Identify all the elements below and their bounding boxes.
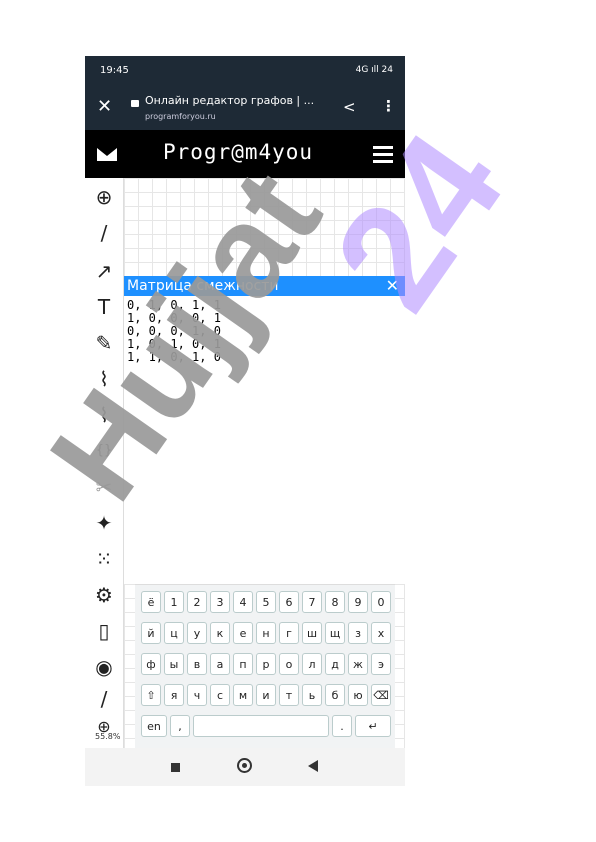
matrix-header: Матрица смежности ✕ [124,276,405,296]
key[interactable]: а [210,653,230,675]
hamburger-menu-icon[interactable] [373,146,393,167]
back-icon[interactable] [308,760,318,772]
vertex-target-icon[interactable]: ◉ [91,654,117,680]
key[interactable]: ф [141,653,161,675]
lock-icon [131,100,139,107]
key[interactable]: й [141,622,161,644]
status-bar: 19:45 4G ıll 24 [85,56,405,84]
key[interactable]: ю [348,684,368,706]
on-screen-keyboard: ё 1 2 3 4 5 6 7 8 9 0 й ц у к е н г ш щ … [135,584,395,749]
key[interactable]: х [371,622,391,644]
key[interactable]: в [187,653,207,675]
phone-screen: 19:45 4G ıll 24 ✕ Онлайн редактор графов… [85,56,405,786]
enter-key[interactable]: ↵ [355,715,391,737]
more-menu-icon[interactable]: ⋮ [381,97,396,115]
key[interactable]: 1 [164,591,184,613]
backspace-key[interactable]: ⌫ [371,684,391,706]
status-indicators: 4G ıll 24 [355,65,393,75]
comma-key[interactable]: , [170,715,190,737]
key[interactable]: т [279,684,299,706]
key[interactable]: ж [348,653,368,675]
key[interactable]: д [325,653,345,675]
key[interactable]: б [325,684,345,706]
android-nav-bar [85,748,405,786]
matrix-icon[interactable]: {} [91,438,117,464]
matrix-textarea[interactable]: 0, 1, 0, 1, 1 1, 0, 0, 0, 1 0, 0, 0, 1, … [124,296,405,364]
key[interactable]: ё [141,591,161,613]
key[interactable]: у [187,622,207,644]
key[interactable]: я [164,684,184,706]
mail-icon[interactable] [97,148,117,161]
share-icon[interactable]: < [343,98,356,116]
key[interactable]: 5 [256,591,276,613]
tool-sidebar: ⊕ / ↗ T ✎ ⌇ ⌇ {} ✂ ✦ ⁙ ⚙ ▯ ◉ / ⊕ [85,178,124,748]
edge-target-icon[interactable]: / [91,686,117,712]
export-icon[interactable]: ⌇ [91,402,117,428]
key[interactable]: и [256,684,276,706]
edge-icon[interactable]: / [91,220,117,246]
key[interactable]: ы [164,653,184,675]
zoom-level: 55.8% [95,732,121,741]
site-logo[interactable]: Progr@m4you [163,140,313,164]
key[interactable]: 9 [348,591,368,613]
brush-icon[interactable]: ✎ [91,330,117,356]
key[interactable]: о [279,653,299,675]
page-url[interactable]: programforyou.ru [145,112,216,121]
image-icon[interactable]: ⌇ [91,366,117,392]
page-title[interactable]: Онлайн редактор графов | ... [145,94,314,107]
key[interactable]: э [371,653,391,675]
key[interactable]: 0 [371,591,391,613]
browser-bar: ✕ Онлайн редактор графов | ... programfo… [85,84,405,130]
key[interactable]: ш [302,622,322,644]
key[interactable]: м [233,684,253,706]
adjacency-matrix-panel: Матрица смежности ✕ 0, 1, 0, 1, 1 1, 0, … [124,276,405,584]
key[interactable]: 2 [187,591,207,613]
matrix-title: Матрица смежности [127,278,279,294]
magic-wand-icon[interactable]: ✦ [91,510,117,536]
language-key[interactable]: en [141,715,167,737]
disconnect-icon[interactable]: ✂ [91,474,117,500]
key[interactable]: 6 [279,591,299,613]
key[interactable]: 3 [210,591,230,613]
key[interactable]: п [233,653,253,675]
key[interactable]: ц [164,622,184,644]
key[interactable]: щ [325,622,345,644]
period-key[interactable]: . [332,715,352,737]
key[interactable]: г [279,622,299,644]
key[interactable]: е [233,622,253,644]
key[interactable]: 4 [233,591,253,613]
key[interactable]: к [210,622,230,644]
key[interactable]: з [348,622,368,644]
recents-icon[interactable] [171,763,180,772]
add-vertex-icon[interactable]: ⊕ [91,184,117,210]
space-key[interactable] [193,715,329,737]
key[interactable]: ч [187,684,207,706]
key[interactable]: ь [302,684,322,706]
grid-icon[interactable]: ⁙ [91,546,117,572]
book-icon[interactable]: ▯ [91,618,117,644]
key[interactable]: н [256,622,276,644]
close-icon[interactable]: ✕ [386,276,399,296]
key[interactable]: с [210,684,230,706]
arc-icon[interactable]: ↗ [91,258,117,284]
key[interactable]: р [256,653,276,675]
text-icon[interactable]: T [91,294,117,320]
shift-key[interactable]: ⇧ [141,684,161,706]
key[interactable]: 8 [325,591,345,613]
site-header: Progr@m4you [85,130,405,178]
close-icon[interactable]: ✕ [97,96,112,117]
gear-icon[interactable]: ⚙ [91,582,117,608]
home-icon[interactable] [237,758,252,773]
status-time: 19:45 [100,65,129,76]
key[interactable]: 7 [302,591,322,613]
key[interactable]: л [302,653,322,675]
matrix-row: 1, 1, 0, 1, 0 [127,350,221,364]
